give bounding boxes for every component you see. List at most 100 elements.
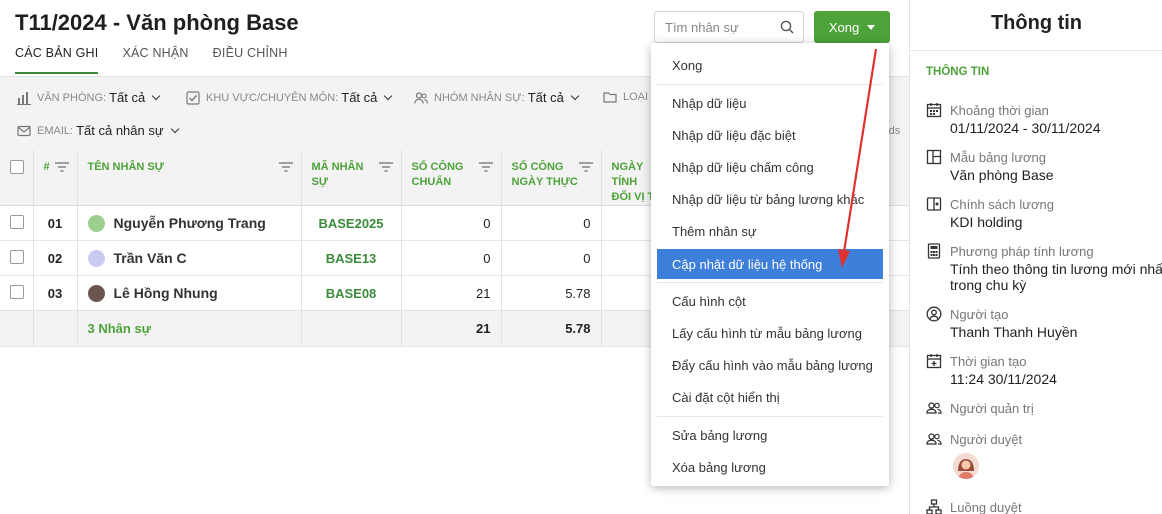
summary-empty bbox=[33, 310, 78, 347]
row-code[interactable]: BASE08 bbox=[301, 275, 402, 311]
info-template-label: Mẫu bảng lương bbox=[950, 149, 1047, 165]
filter-office-value: Tất cả bbox=[109, 90, 146, 105]
users-icon bbox=[926, 402, 942, 414]
row-actual: 0 bbox=[501, 240, 602, 276]
menu-item-import-attendance[interactable]: Nhập dữ liệu chấm công bbox=[651, 152, 889, 182]
calendar-add-icon bbox=[926, 354, 942, 369]
menu-item-import-special[interactable]: Nhập dữ liệu đặc biệt bbox=[651, 120, 889, 150]
avatar bbox=[87, 284, 105, 302]
row-code[interactable]: BASE2025 bbox=[301, 205, 402, 241]
filter-type-label: LOẠI bbox=[623, 91, 649, 103]
filter-email-value: Tất cả nhân sự bbox=[76, 123, 164, 138]
row-code[interactable]: BASE13 bbox=[301, 240, 402, 276]
menu-item-import-other-payroll[interactable]: Nhập dữ liệu từ bảng lương khác bbox=[651, 184, 889, 214]
info-creator-value: Thanh Thanh Huyền bbox=[950, 324, 1078, 340]
users-icon bbox=[414, 91, 428, 104]
header-standard: SỐ CÔNG CHUẨN bbox=[401, 150, 502, 206]
layout-icon bbox=[926, 149, 942, 165]
info-method-label: Phương pháp tính lương bbox=[950, 243, 1094, 259]
flow-icon bbox=[926, 499, 942, 514]
row-actual: 5.78 bbox=[501, 275, 602, 311]
row-number: 03 bbox=[33, 275, 78, 311]
avatar bbox=[87, 249, 105, 267]
row-name-cell: Trần Văn C bbox=[77, 240, 302, 276]
row-checkbox[interactable] bbox=[10, 284, 24, 299]
filter-type[interactable]: LOẠI bbox=[603, 90, 648, 104]
chevron-down-icon bbox=[570, 91, 580, 100]
menu-item-push-template-config[interactable]: Đẩy cấu hình vào mẫu bảng lương bbox=[651, 350, 889, 380]
menu-item-update-system-data[interactable]: Cập nhật dữ liệu hệ thống bbox=[657, 249, 883, 279]
header-number: # bbox=[33, 150, 78, 206]
filter-icon[interactable] bbox=[478, 162, 493, 172]
info-creator: Người tạo Thanh Thanh Huyền bbox=[926, 306, 1162, 340]
row-checkbox[interactable] bbox=[10, 214, 24, 229]
filter-area[interactable]: KHU VỰC/CHUYÊN MÔN: Tất cả bbox=[186, 90, 393, 105]
select-all-checkbox[interactable] bbox=[10, 160, 24, 174]
header-code-label: MÃ NHÂN SỰ bbox=[311, 161, 364, 188]
info-policy-value[interactable]: KDI holding bbox=[950, 214, 1162, 230]
row-standard: 21 bbox=[401, 275, 502, 311]
email-icon bbox=[17, 125, 31, 136]
filter-group-value: Tất cả bbox=[527, 90, 564, 105]
checkbox-icon bbox=[186, 90, 200, 105]
avatar[interactable] bbox=[953, 453, 979, 479]
row-checkbox[interactable] bbox=[10, 249, 24, 264]
filter-area-value: Tất cả bbox=[341, 90, 378, 105]
info-flow-label: Luồng duyệt bbox=[950, 499, 1022, 514]
filter-icon[interactable] bbox=[278, 162, 293, 172]
info-template-value[interactable]: Văn phòng Base bbox=[950, 167, 1162, 183]
filter-area-label: KHU VỰC/CHUYÊN MÔN: bbox=[206, 91, 339, 104]
row-number: 01 bbox=[33, 205, 78, 241]
info-created: Thời gian tạo 11:24 30/11/2024 bbox=[926, 353, 1162, 387]
calendar-icon bbox=[926, 103, 942, 118]
filter-icon[interactable] bbox=[378, 162, 393, 172]
avatar bbox=[87, 214, 105, 232]
menu-item-column-config[interactable]: Cấu hình cột bbox=[651, 286, 889, 316]
menu-item-display-columns[interactable]: Cài đặt cột hiển thị bbox=[651, 382, 889, 412]
info-admin: Người quản trị bbox=[926, 400, 1162, 416]
info-approver: Người duyệt bbox=[926, 431, 1162, 447]
filter-office[interactable]: VĂN PHÒNG: Tất cả bbox=[17, 90, 161, 105]
summary-empty bbox=[0, 310, 34, 347]
row-name-cell: Lê Hồng Nhung bbox=[77, 275, 302, 311]
menu-item-done[interactable]: Xong bbox=[651, 50, 889, 80]
summary-empty bbox=[301, 310, 402, 347]
menu-item-import-data[interactable]: Nhập dữ liệu bbox=[651, 88, 889, 118]
info-period-label: Khoảng thời gian bbox=[950, 102, 1049, 118]
done-button[interactable]: Xong bbox=[814, 11, 890, 43]
search-icon[interactable] bbox=[780, 20, 794, 34]
info-flow: Luồng duyệt bbox=[926, 499, 1162, 514]
menu-divider bbox=[657, 416, 883, 417]
menu-divider bbox=[657, 282, 883, 283]
filter-group-label: NHÓM NHÂN SỰ: bbox=[434, 91, 525, 104]
menu-item-add-employee[interactable]: Thêm nhân sự bbox=[651, 216, 889, 246]
filter-group[interactable]: NHÓM NHÂN SỰ: Tất cả bbox=[414, 90, 580, 105]
panel-section-title: THÔNG TIN bbox=[926, 66, 990, 78]
menu-item-get-template-config[interactable]: Lấy cấu hình từ mẫu bảng lương bbox=[651, 318, 889, 348]
info-created-value: 11:24 30/11/2024 bbox=[950, 371, 1057, 387]
row-name[interactable]: Trần Văn C bbox=[114, 250, 187, 266]
row-standard: 0 bbox=[401, 205, 502, 241]
row-name[interactable]: Nguyễn Phương Trang bbox=[114, 215, 266, 231]
folder-icon bbox=[603, 92, 617, 103]
menu-item-delete-payroll[interactable]: Xóa bảng lương bbox=[651, 452, 889, 482]
tab-records[interactable]: CÁC BẢN GHI bbox=[15, 46, 99, 74]
menu-item-edit-payroll[interactable]: Sửa bảng lương bbox=[651, 420, 889, 450]
page-title: T11/2024 - Văn phòng Base bbox=[15, 10, 299, 35]
tab-adjust[interactable]: ĐIỀU CHỈNH bbox=[213, 46, 288, 74]
filter-email-label: EMAIL: bbox=[37, 124, 74, 137]
info-approver-label: Người duyệt bbox=[950, 431, 1023, 447]
tab-confirm[interactable]: XÁC NHẬN bbox=[122, 46, 188, 74]
filter-icon[interactable] bbox=[578, 162, 593, 172]
header-number-label: # bbox=[43, 161, 50, 173]
search-input[interactable] bbox=[665, 12, 780, 42]
info-creator-label: Người tạo bbox=[950, 306, 1009, 322]
filter-icon[interactable] bbox=[54, 162, 69, 172]
summary-count: 3 Nhân sự bbox=[77, 310, 302, 347]
row-name[interactable]: Lê Hồng Nhung bbox=[114, 285, 218, 301]
info-policy: Chính sách lương KDI holding bbox=[926, 196, 1162, 230]
user-circle-icon bbox=[926, 306, 942, 322]
filter-email[interactable]: EMAIL: Tất cả nhân sự bbox=[17, 123, 179, 138]
header-standard-label: SỐ CÔNG CHUẨN bbox=[411, 161, 464, 188]
menu-divider bbox=[657, 84, 883, 85]
